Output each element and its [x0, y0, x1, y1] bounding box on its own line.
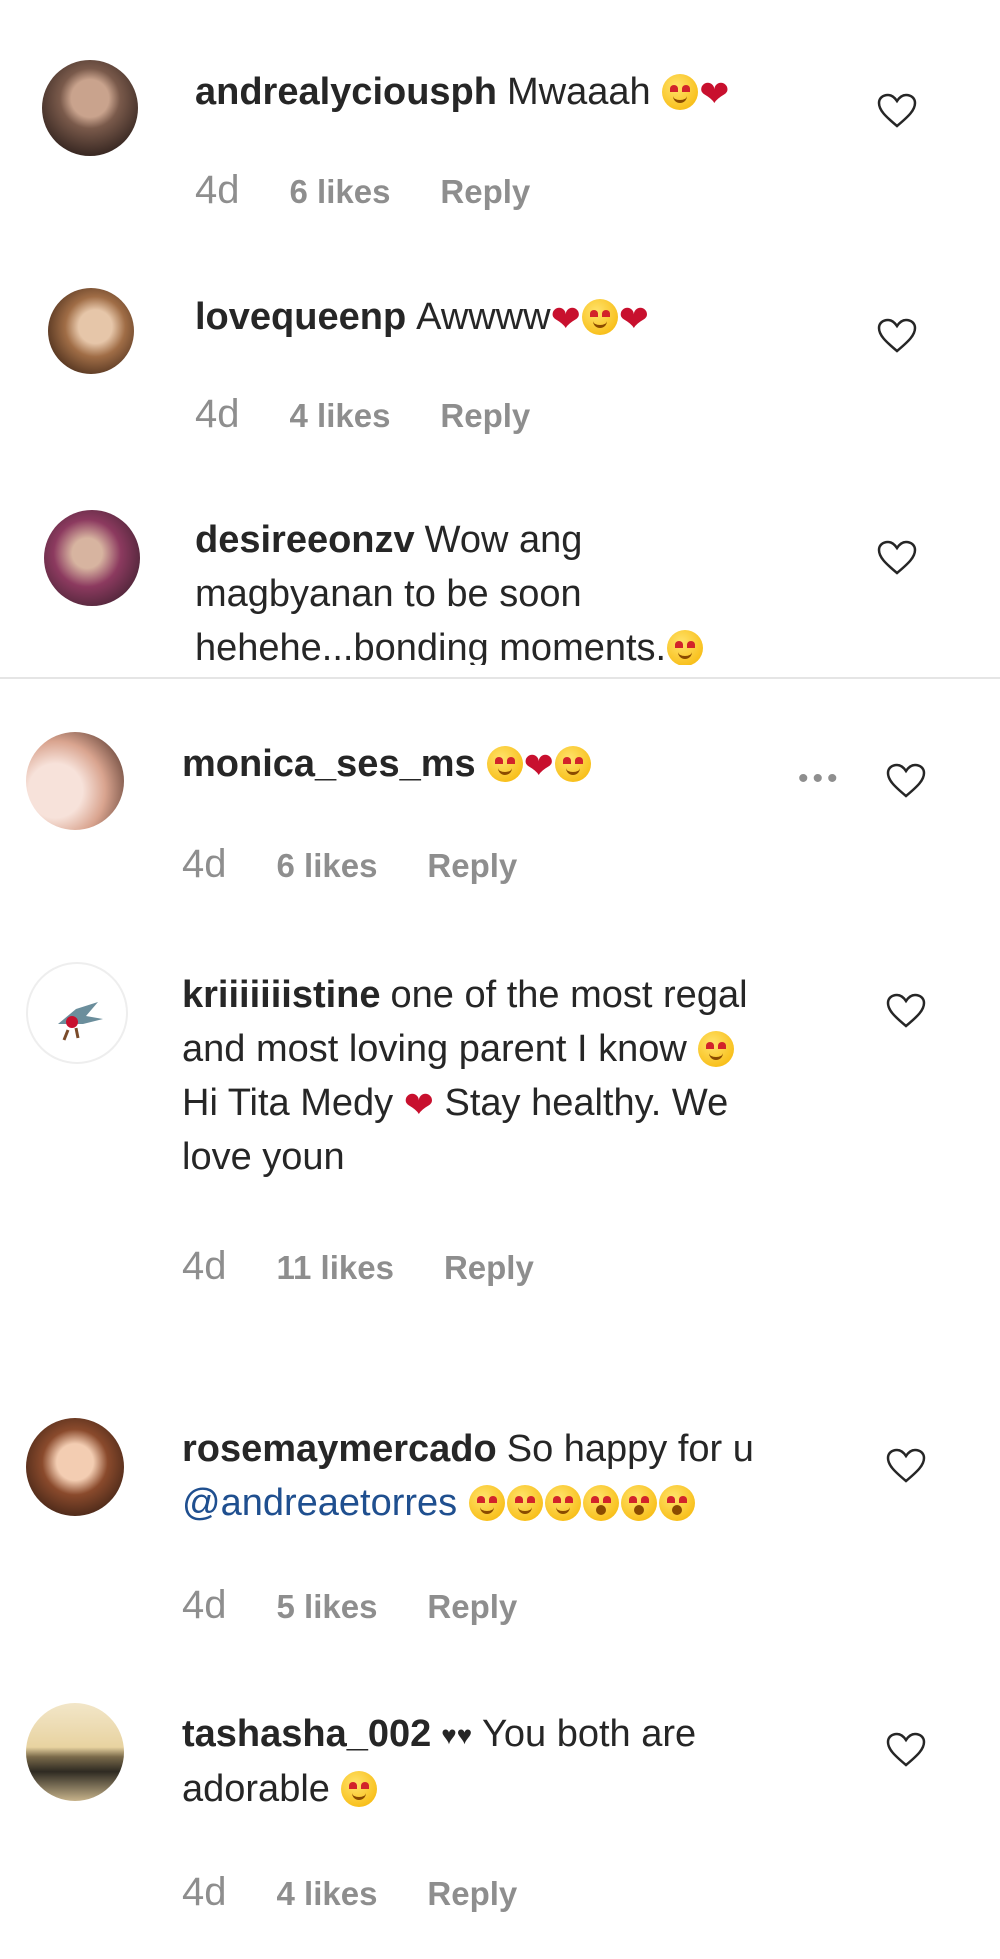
comment-text: kriiiiiiistine one of the most regal and …	[182, 968, 862, 1184]
comment-time: 4d	[182, 1244, 227, 1288]
comment-meta: 4d 5 likes Reply	[182, 1583, 517, 1628]
heart-eyes-emoji	[581, 299, 618, 335]
heart-eyes-emoji	[698, 1031, 735, 1067]
avatar[interactable]	[26, 1418, 124, 1516]
comment-likes[interactable]: 4 likes	[277, 1875, 378, 1912]
avatar[interactable]	[48, 288, 134, 374]
comment-text: monica_ses_ms ❤	[182, 737, 592, 791]
comment-body: Wow ang	[424, 519, 583, 561]
avatar[interactable]	[44, 510, 140, 606]
comment-body: Hi Tita Medy	[182, 1082, 394, 1124]
avatar[interactable]	[26, 732, 124, 830]
reply-button[interactable]: Reply	[427, 1875, 517, 1912]
like-heart-icon[interactable]	[877, 318, 917, 354]
comment-body: adorable	[182, 1768, 330, 1810]
comment-body: You both are	[482, 1713, 697, 1755]
comment-likes[interactable]: 5 likes	[277, 1588, 378, 1625]
comment-body: So happy for u	[506, 1428, 754, 1470]
comment-body: love youn	[182, 1136, 345, 1178]
heart-eyes-emoji	[544, 1485, 581, 1521]
red-heart-emoji: ❤	[523, 745, 554, 786]
two-hearts-emoji: ❤	[403, 1084, 434, 1125]
comment-text: tashasha_002 ♥♥ You both are adorable	[182, 1707, 696, 1816]
heart-eyes-emoji	[486, 746, 523, 782]
avatar[interactable]	[26, 1703, 124, 1801]
comment-username[interactable]: andrealyciousph	[195, 71, 497, 113]
comment-username[interactable]: rosemaymercado	[182, 1428, 497, 1470]
like-heart-icon[interactable]	[886, 1448, 926, 1484]
heart-eyes-emoji	[658, 1485, 695, 1521]
comment-body: hehehe...bonding moments.	[195, 627, 667, 665]
reply-button[interactable]: Reply	[444, 1249, 534, 1286]
reply-button[interactable]: Reply	[427, 847, 517, 884]
more-options-icon[interactable]: •••	[798, 762, 842, 796]
comment-text: rosemaymercado So happy for u @andreaetor…	[182, 1422, 754, 1530]
heart-eyes-emoji	[554, 746, 591, 782]
like-heart-icon[interactable]	[886, 1732, 926, 1768]
comment-time: 4d	[182, 842, 227, 886]
like-heart-icon[interactable]	[886, 763, 926, 799]
comment-meta: 4d 4 likes Reply	[195, 392, 530, 437]
like-heart-icon[interactable]	[877, 540, 917, 576]
comment-text: lovequeenp Awwww❤ ❤	[195, 290, 649, 344]
comment-username[interactable]: kriiiiiiistine	[182, 974, 381, 1016]
comment-meta: 4d 6 likes Reply	[195, 168, 530, 213]
heart-eyes-emoji	[667, 630, 704, 665]
comment-time: 4d	[182, 1583, 227, 1627]
comment-body: one of the most regal	[390, 974, 748, 1016]
comment-username[interactable]: desireeonzv	[195, 519, 415, 561]
heart-eyes-emoji	[662, 74, 699, 110]
heart-eyes-emoji	[506, 1485, 543, 1521]
comment-likes[interactable]: 6 likes	[290, 173, 391, 210]
comment-meta: 4d 4 likes Reply	[182, 1870, 517, 1915]
like-heart-icon[interactable]	[877, 93, 917, 129]
heart-eyes-emoji	[582, 1485, 619, 1521]
reply-button[interactable]: Reply	[440, 397, 530, 434]
heart-eyes-emoji	[468, 1485, 505, 1521]
avatar[interactable]	[26, 962, 128, 1064]
reply-button[interactable]: Reply	[440, 173, 530, 210]
like-heart-icon[interactable]	[886, 993, 926, 1029]
comment-time: 4d	[195, 168, 240, 212]
comment-username[interactable]: lovequeenp	[195, 296, 406, 338]
comment-time: 4d	[195, 392, 240, 436]
comment-likes[interactable]: 4 likes	[290, 397, 391, 434]
divider	[0, 677, 1000, 679]
comment-body: and most loving parent I know	[182, 1028, 687, 1070]
avatar[interactable]	[42, 60, 138, 156]
bird-illustration	[58, 1002, 103, 1041]
comment-username[interactable]: tashasha_002	[182, 1713, 431, 1755]
red-heart-emoji: ❤	[618, 298, 649, 339]
comment-likes[interactable]: 11 likes	[277, 1249, 394, 1286]
comment-text: desireeonzv Wow ang magbyanan to be soon …	[195, 513, 795, 665]
comment-likes[interactable]: 6 likes	[277, 847, 378, 884]
comment-meta: 4d 6 likes Reply	[182, 842, 517, 887]
black-heart-emoji: ♥♥	[441, 1720, 473, 1750]
comment-meta: 4d 11 likes Reply	[182, 1244, 534, 1289]
heart-eyes-emoji	[341, 1771, 378, 1807]
comment-body: magbyanan to be soon	[195, 573, 582, 615]
mention-link[interactable]: @andreaetorres	[182, 1482, 457, 1524]
comment-body: Awwww	[416, 296, 551, 338]
two-hearts-emoji: ❤	[699, 73, 730, 114]
comment-body: Mwaaah	[506, 71, 651, 113]
red-heart-emoji: ❤	[550, 298, 581, 339]
comment-username[interactable]: monica_ses_ms	[182, 743, 476, 785]
comment-time: 4d	[182, 1870, 227, 1914]
comment-text: andrealyciousph Mwaaah ❤	[195, 65, 729, 119]
comment-body: Stay healthy. We	[444, 1082, 729, 1124]
reply-button[interactable]: Reply	[427, 1588, 517, 1625]
heart-eyes-emoji	[620, 1485, 657, 1521]
